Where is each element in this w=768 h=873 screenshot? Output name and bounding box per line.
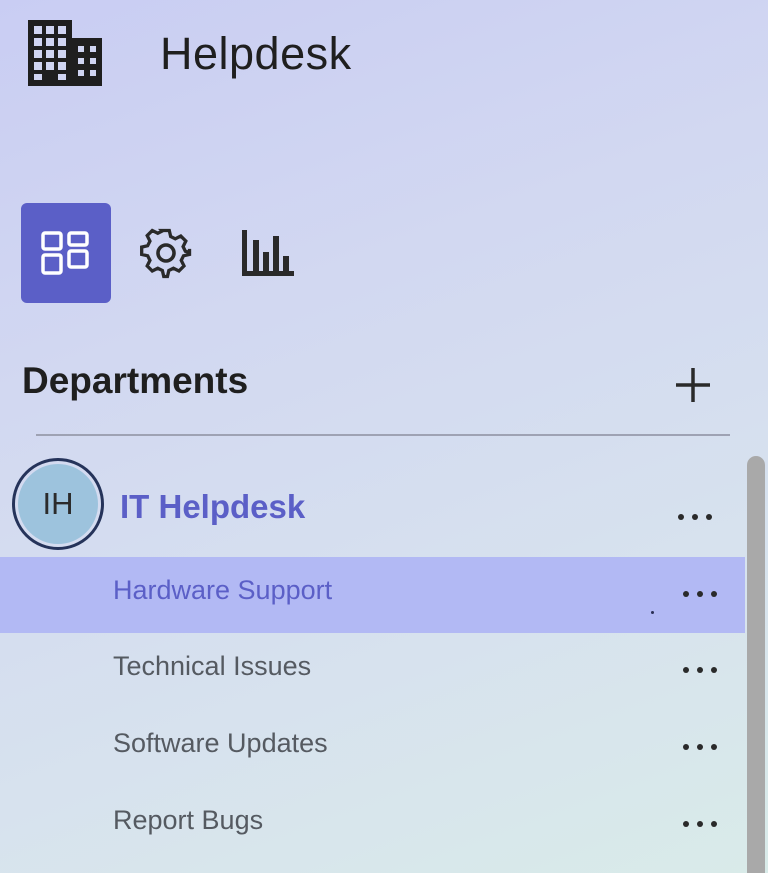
list-item-report-bugs[interactable]: Report Bugs — [0, 787, 745, 863]
more-options-icon — [683, 667, 717, 673]
item-more-options-button[interactable] — [678, 809, 722, 839]
item-more-options-button[interactable] — [678, 732, 722, 762]
app-title: Helpdesk — [160, 28, 352, 79]
list-item-label: Software Updates — [113, 728, 328, 758]
add-department-button[interactable] — [668, 360, 718, 410]
more-options-icon — [678, 514, 712, 520]
scrollbar[interactable] — [747, 456, 765, 873]
list-item-label: Technical Issues — [113, 651, 312, 681]
list-item-label: Hardware Support — [113, 575, 333, 605]
more-options-icon — [683, 744, 717, 750]
department-group-row[interactable]: IH IT Helpdesk — [0, 456, 745, 556]
list-item-software-updates[interactable]: Software Updates — [0, 710, 745, 786]
building-icon — [28, 20, 102, 86]
list-item-technical-issues[interactable]: Technical Issues — [0, 633, 745, 709]
bar-chart-icon — [242, 230, 294, 276]
app-logo — [26, 18, 104, 88]
nav-settings-button[interactable] — [121, 203, 211, 303]
plus-icon — [676, 368, 710, 402]
list-item-label: Report Bugs — [113, 805, 264, 835]
item-more-options-button[interactable] — [678, 655, 722, 685]
cursor-dot — [651, 611, 654, 614]
avatar-initials: IH — [18, 464, 98, 544]
nav-analytics-button[interactable] — [223, 203, 313, 303]
avatar: IH — [12, 458, 104, 550]
apps-icon — [41, 231, 89, 275]
more-options-icon — [683, 821, 717, 827]
departments-heading: Departments — [22, 360, 249, 401]
section-divider — [36, 434, 730, 436]
more-options-icon — [683, 591, 717, 597]
gear-icon — [140, 228, 192, 279]
group-more-options-button[interactable] — [673, 502, 717, 532]
list-item-hardware-support[interactable]: Hardware Support — [0, 557, 745, 633]
item-more-options-button[interactable] — [678, 579, 722, 609]
department-name: IT Helpdesk — [120, 488, 306, 525]
nav-apps-button[interactable] — [21, 203, 111, 303]
